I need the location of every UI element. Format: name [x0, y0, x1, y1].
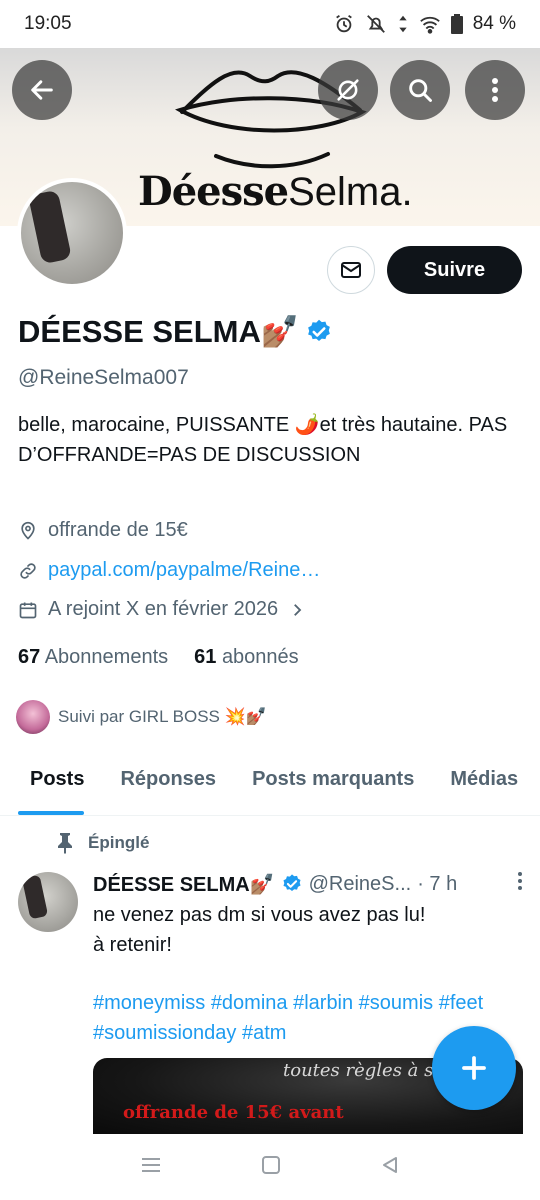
- follow-button[interactable]: Suivre: [387, 246, 522, 294]
- post-header: DÉESSE SELMA💅🏽 @ReineS... · 7 h: [93, 870, 523, 898]
- profile-handle: @ReineSelma007: [18, 366, 189, 389]
- alarm-icon: [333, 13, 355, 35]
- search-icon: [409, 79, 432, 102]
- link-icon: [20, 562, 36, 579]
- status-icons: 84 %: [333, 13, 516, 35]
- profile-bio: belle, marocaine, PUISSANTE 🌶️et très ha…: [18, 414, 508, 466]
- follow-stats: 67 Abonnements 61 abonnés: [18, 646, 299, 669]
- mail-icon: [341, 262, 361, 278]
- home-square-icon: [261, 1155, 280, 1174]
- followed-by[interactable]: Suivi par GIRL BOSS 💥💅🏽: [16, 700, 267, 734]
- menu-lines-icon: [141, 1157, 160, 1172]
- tab-media[interactable]: Médias: [432, 754, 536, 815]
- message-button[interactable]: [327, 246, 375, 294]
- profile-tabs: Posts Réponses Posts marquants Médias: [0, 754, 540, 816]
- post-author-name[interactable]: DÉESSE SELMA💅🏽: [93, 872, 275, 897]
- profile-location: offrande de 15€: [18, 519, 188, 542]
- more-options-button[interactable]: [465, 60, 525, 120]
- home-button[interactable]: [261, 1155, 281, 1180]
- recent-apps-button[interactable]: [140, 1156, 162, 1179]
- back-triangle-icon: [383, 1156, 398, 1173]
- back-button[interactable]: [12, 60, 72, 120]
- status-bar: 19:05 84 %: [0, 0, 540, 48]
- post-more-button[interactable]: [517, 870, 523, 898]
- profile-name-text: DÉESSE SELMA💅🏽: [18, 314, 300, 349]
- pin-icon: [58, 833, 72, 854]
- sync-button[interactable]: [318, 60, 378, 120]
- more-vertical-icon: [492, 78, 498, 102]
- system-back-button[interactable]: [380, 1155, 400, 1180]
- banner-title: DéesseSelma.: [138, 168, 413, 215]
- media-text-line1: toutes règles à se: [283, 1060, 444, 1081]
- sync-off-icon: [337, 79, 359, 101]
- media-text-line2: offrande de 15€ avant: [123, 1102, 344, 1123]
- back-arrow-icon: [31, 80, 53, 100]
- post-text: ne venez pas dm si vous avez pas lu! à r…: [93, 904, 426, 956]
- data-arrows-icon: [397, 13, 409, 35]
- followers-stat[interactable]: 61 abonnés: [194, 646, 299, 669]
- wifi-icon: [419, 14, 441, 34]
- post-author-avatar[interactable]: [18, 872, 78, 932]
- tab-posts[interactable]: Posts: [0, 754, 102, 815]
- verified-badge-icon: [283, 874, 301, 892]
- following-stat[interactable]: 67 Abonnements: [18, 646, 168, 669]
- notifications-off-icon: [365, 13, 387, 35]
- tab-highlights[interactable]: Posts marquants: [234, 754, 432, 815]
- compose-post-button[interactable]: [432, 1026, 516, 1110]
- pinned-indicator: Épinglé: [56, 832, 149, 854]
- profile-website[interactable]: paypal.com/paypalme/Reine…: [18, 559, 320, 582]
- battery-icon: [450, 14, 463, 34]
- avatar-photo-figure: [28, 189, 72, 265]
- status-time: 19:05: [24, 13, 72, 34]
- system-nav-bar: [0, 1134, 540, 1200]
- tab-replies[interactable]: Réponses: [102, 754, 234, 815]
- verified-badge-icon[interactable]: [305, 318, 333, 346]
- post-time[interactable]: · 7 h: [417, 873, 457, 896]
- post-author-handle[interactable]: @ReineS...: [309, 873, 412, 896]
- profile-name: DÉESSE SELMA💅🏽: [18, 313, 333, 350]
- calendar-icon: [19, 602, 37, 618]
- post-avatar-figure: [21, 874, 49, 920]
- battery-percent: 84 %: [472, 13, 516, 34]
- chevron-right-icon: [294, 603, 302, 616]
- profile-joined[interactable]: A rejoint X en février 2026: [18, 598, 306, 621]
- location-pin-icon: [21, 521, 35, 540]
- follower-avatar: [16, 700, 50, 734]
- more-vertical-icon: [518, 872, 522, 890]
- plus-icon: [462, 1056, 486, 1080]
- profile-avatar[interactable]: [17, 178, 127, 288]
- search-button[interactable]: [390, 60, 450, 120]
